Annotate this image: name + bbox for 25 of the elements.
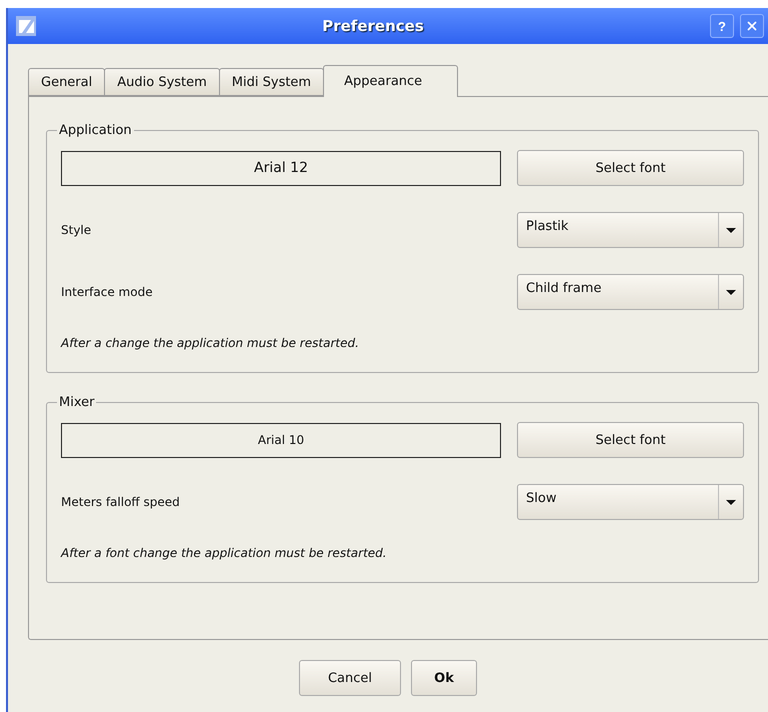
group-title: Application [58, 123, 133, 138]
tab[interactable]: Appearance [323, 65, 458, 97]
close-icon [745, 19, 759, 33]
window-title: Preferences [321, 17, 425, 35]
field-label: Interface mode [61, 285, 153, 299]
dialog-button[interactable]: Cancel [299, 660, 401, 696]
tab[interactable]: Midi System [218, 68, 324, 96]
help-button[interactable]: ? [710, 14, 734, 38]
tab[interactable]: Audio System [104, 68, 220, 96]
field-label: Meters falloff speed [61, 495, 180, 509]
dialog-button[interactable]: Ok [411, 660, 477, 696]
close-button[interactable] [740, 14, 764, 38]
select-font-button[interactable]: Select font [517, 150, 744, 186]
restart-note: After a change the application must be restarted. [61, 336, 359, 350]
dropdown[interactable]: Slow [517, 484, 744, 520]
font-display: Arial 12 [61, 150, 501, 186]
restart-note: After a font change the application must be restarted. [61, 546, 387, 560]
group-title: Mixer [58, 395, 96, 410]
tab[interactable]: General [28, 68, 106, 96]
app-logo-icon [16, 16, 36, 36]
font-display: Arial 10 [61, 422, 501, 458]
dropdown[interactable]: Child frame [517, 274, 744, 310]
dropdown[interactable]: Plastik [517, 212, 744, 248]
select-font-button[interactable]: Select font [517, 422, 744, 458]
field-label: Style [61, 223, 92, 237]
